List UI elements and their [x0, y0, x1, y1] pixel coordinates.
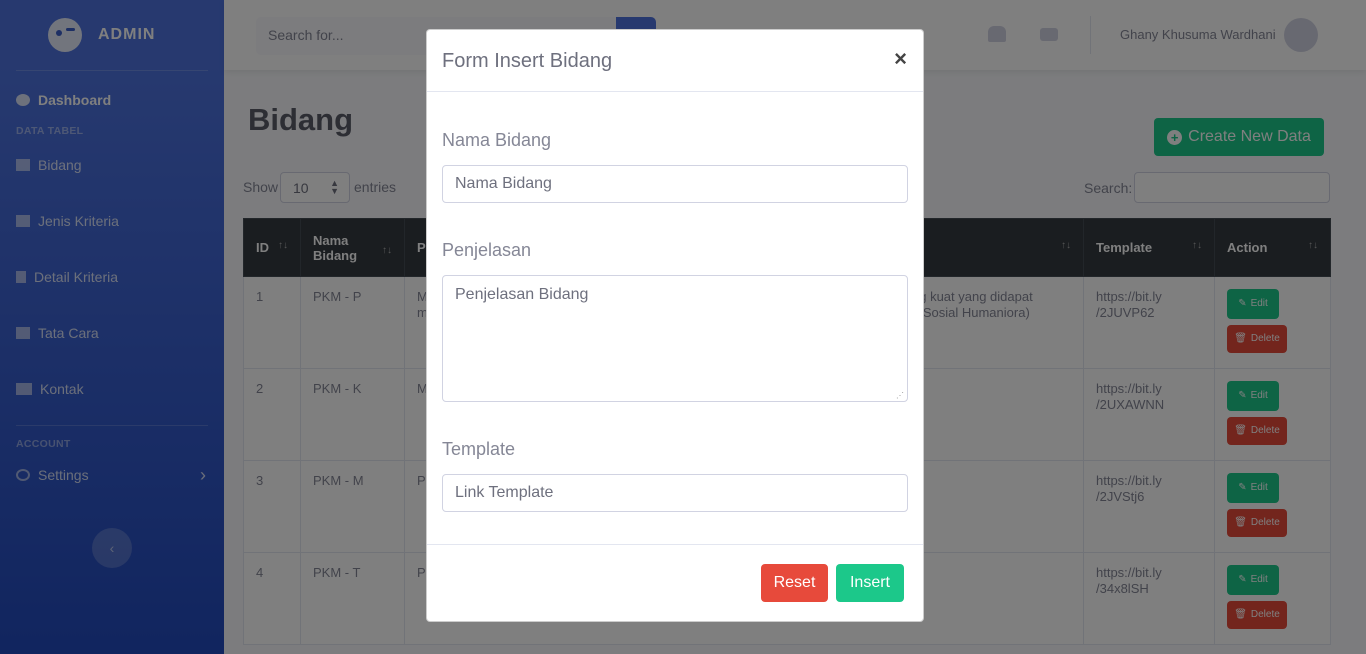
modal-title: Form Insert Bidang	[442, 50, 613, 72]
nama-bidang-input[interactable]: Nama Bidang	[442, 165, 908, 203]
template-input[interactable]: Link Template	[442, 474, 908, 512]
penjelasan-label: Penjelasan	[442, 240, 532, 260]
template-label: Template	[442, 439, 516, 459]
nama-bidang-label: Nama Bidang	[442, 130, 552, 150]
modal-footer-divider	[427, 544, 923, 545]
penjelasan-placeholder: Penjelasan Bidang	[455, 286, 589, 303]
insert-bidang-modal: Form Insert Bidang × Nama Bidang Nama Bi…	[426, 29, 924, 622]
reset-button[interactable]: Reset	[761, 564, 828, 602]
resize-handle-icon[interactable]: ⋰	[896, 391, 904, 400]
insert-button[interactable]: Insert	[836, 564, 904, 602]
penjelasan-textarea[interactable]: Penjelasan Bidang ⋰	[442, 275, 908, 402]
close-icon[interactable]: ×	[894, 46, 907, 72]
modal-header: Form Insert Bidang ×	[427, 30, 923, 92]
